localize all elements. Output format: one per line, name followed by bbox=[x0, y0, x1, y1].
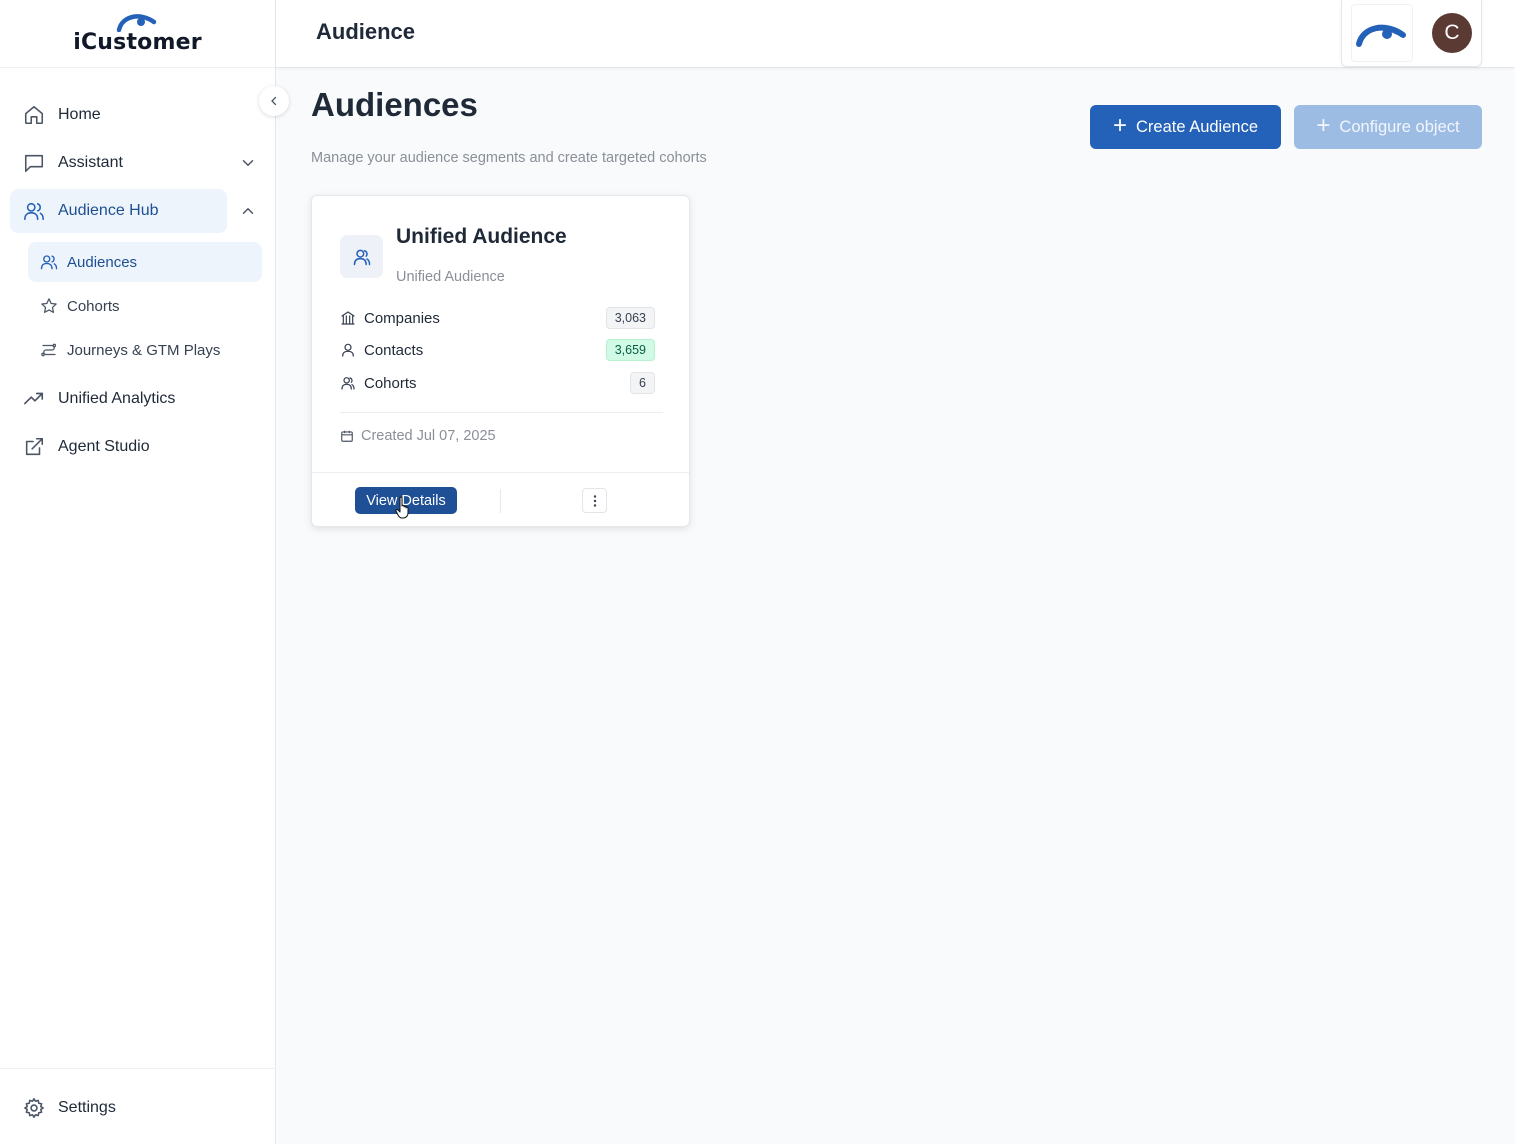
metric-label: Contacts bbox=[364, 341, 424, 359]
brand-logo-icon bbox=[1356, 24, 1406, 47]
top-bar-actions: C bbox=[1341, 0, 1482, 67]
metric-contacts: Contacts 3,659 bbox=[340, 338, 655, 362]
sidebar-item-home[interactable]: Home bbox=[10, 93, 227, 137]
logo-text: iCustomer bbox=[73, 30, 202, 55]
card-footer: View Details bbox=[312, 472, 689, 527]
sidebar-subitem-label: Journeys & GTM Plays bbox=[67, 341, 221, 359]
metric-value-badge: 3,063 bbox=[605, 307, 655, 329]
metric-companies: Companies 3,063 bbox=[340, 306, 655, 330]
sidebar-item-label: Home bbox=[58, 106, 101, 123]
sidebar-item-label: Unified Analytics bbox=[58, 390, 176, 407]
chevron-left-icon bbox=[271, 96, 277, 106]
users-icon bbox=[40, 255, 58, 270]
chat-icon bbox=[24, 154, 44, 173]
external-link-icon bbox=[25, 437, 44, 456]
sidebar-subitem-cohorts[interactable]: Cohorts bbox=[28, 286, 262, 326]
card-divider bbox=[340, 412, 663, 413]
sidebar-subitem-label: Cohorts bbox=[67, 297, 120, 315]
audience-card-title: Unified Audience bbox=[396, 225, 567, 248]
created-date: Created Jul 07, 2025 bbox=[340, 426, 496, 446]
gear-icon bbox=[24, 1098, 44, 1118]
users-icon bbox=[353, 249, 370, 265]
sidebar-item-label: Audience Hub bbox=[58, 202, 159, 219]
more-vertical-icon bbox=[593, 494, 596, 507]
building-icon bbox=[341, 311, 355, 325]
metric-cohorts: Cohorts 6 bbox=[340, 371, 655, 395]
audience-card-icon bbox=[340, 235, 383, 278]
avatar[interactable]: C bbox=[1432, 13, 1472, 53]
sidebar-item-assistant[interactable]: Assistant bbox=[10, 141, 227, 185]
sidebar-subitem-label: Audiences bbox=[67, 253, 138, 271]
chevron-up-icon[interactable] bbox=[239, 202, 257, 220]
created-date-text: Created Jul 07, 2025 bbox=[361, 428, 496, 444]
logo[interactable]: iCustomer bbox=[0, 0, 275, 68]
user-icon bbox=[342, 343, 354, 357]
home-icon bbox=[24, 105, 44, 125]
configure-object-button[interactable]: + Configure object bbox=[1294, 105, 1482, 149]
footer-divider bbox=[500, 489, 501, 513]
brand-logo-icon bbox=[116, 14, 156, 32]
plus-icon: + bbox=[1316, 111, 1331, 139]
page-subtitle: Manage your audience segments and create… bbox=[311, 150, 707, 166]
audience-card-subtitle: Unified Audience bbox=[396, 269, 505, 285]
top-bar: Audience C bbox=[276, 0, 1515, 68]
audience-card: Unified Audience Unified Audience Compan… bbox=[311, 195, 690, 527]
chevron-down-icon[interactable] bbox=[239, 154, 257, 172]
metric-label: Companies bbox=[364, 309, 440, 327]
create-audience-button[interactable]: + Create Audience bbox=[1090, 105, 1281, 149]
sidebar-subitem-audiences[interactable]: Audiences bbox=[28, 242, 262, 282]
create-audience-label: Create Audience bbox=[1136, 117, 1259, 136]
brand-button[interactable] bbox=[1351, 4, 1413, 62]
page-title: Audiences bbox=[311, 86, 478, 123]
plus-icon: + bbox=[1112, 111, 1127, 139]
sidebar: iCustomer Home Assistant Audience Hub Au… bbox=[0, 0, 276, 1144]
page-header-title: Audience bbox=[316, 19, 416, 44]
sidebar-subitem-journeys[interactable]: Journeys & GTM Plays bbox=[28, 330, 262, 370]
trending-up-icon bbox=[24, 392, 44, 405]
star-icon bbox=[41, 298, 57, 314]
sidebar-item-settings[interactable]: Settings bbox=[10, 1086, 227, 1130]
metric-value-badge: 3,659 bbox=[605, 339, 655, 361]
sidebar-item-agent-studio[interactable]: Agent Studio bbox=[10, 425, 227, 469]
sidebar-item-unified-analytics[interactable]: Unified Analytics bbox=[10, 377, 227, 421]
sidebar-item-audience-hub[interactable]: Audience Hub bbox=[10, 189, 227, 233]
calendar-icon bbox=[341, 430, 353, 442]
users-icon bbox=[341, 377, 355, 390]
configure-object-label: Configure object bbox=[1339, 117, 1460, 136]
more-options-button[interactable] bbox=[582, 488, 607, 513]
sidebar-footer: Settings bbox=[0, 1068, 276, 1144]
sidebar-item-label: Settings bbox=[58, 1099, 116, 1116]
metric-label: Cohorts bbox=[364, 374, 417, 392]
route-icon bbox=[41, 343, 57, 357]
users-icon bbox=[24, 202, 44, 221]
metric-value-badge: 6 bbox=[630, 372, 655, 394]
sidebar-item-label: Agent Studio bbox=[58, 438, 150, 455]
collapse-sidebar-button[interactable] bbox=[259, 86, 289, 116]
hand-cursor-icon bbox=[395, 496, 409, 519]
sidebar-item-label: Assistant bbox=[58, 154, 123, 171]
